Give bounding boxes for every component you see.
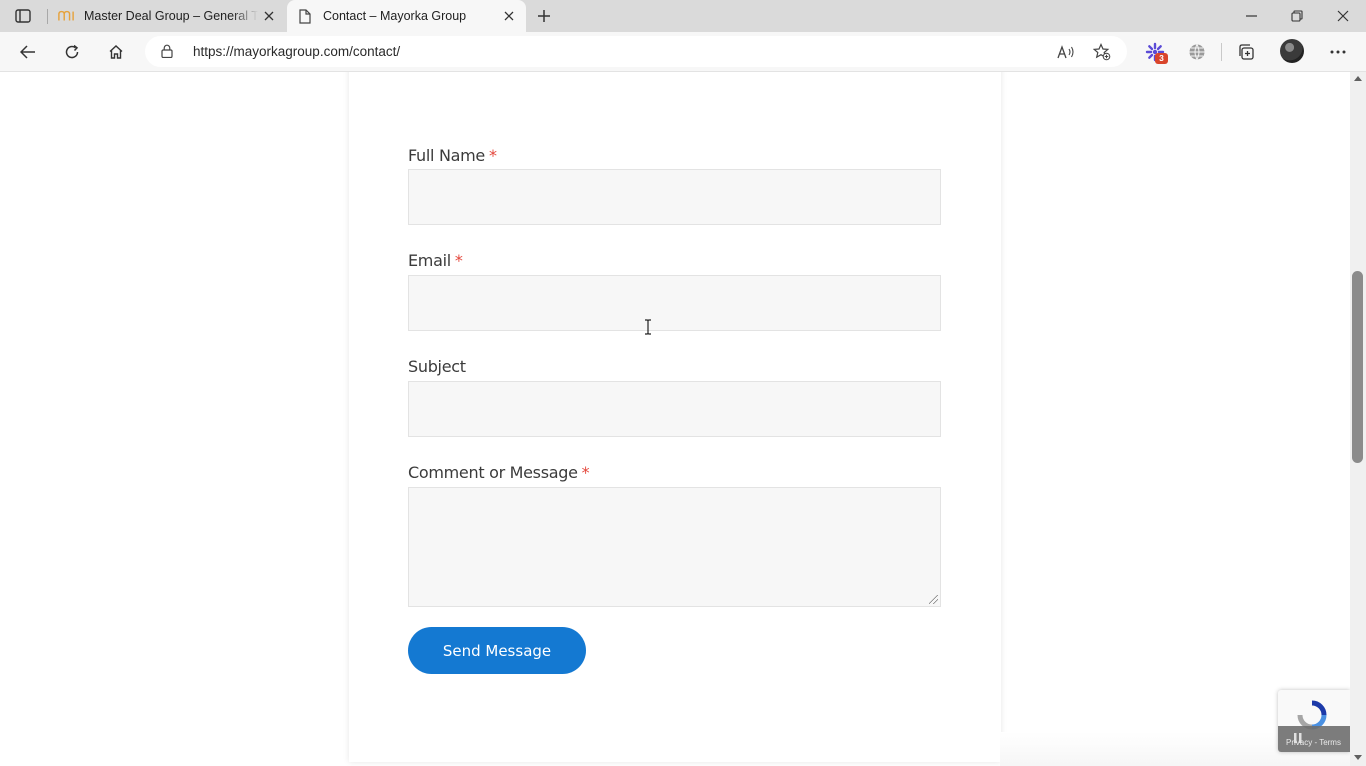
tab-strip: Master Deal Group – General Tra Contact … [0, 0, 1366, 32]
globe-icon[interactable] [1182, 37, 1212, 67]
new-tab-icon[interactable] [532, 4, 556, 28]
email-label-text: Email [408, 251, 451, 270]
lock-icon[interactable] [161, 44, 173, 63]
subject-input[interactable] [408, 381, 941, 437]
refresh-icon[interactable] [57, 37, 87, 67]
profile-avatar[interactable] [1280, 39, 1304, 63]
md-logo-icon [58, 8, 74, 24]
close-window-icon[interactable] [1320, 0, 1366, 32]
tab-master-deal-group[interactable]: Master Deal Group – General Tra [48, 0, 286, 32]
url-text[interactable]: https://mayorkagroup.com/contact/ [193, 36, 400, 67]
text-cursor-icon [644, 319, 652, 340]
collections-icon[interactable] [1231, 37, 1261, 67]
address-bar[interactable]: https://mayorkagroup.com/contact/ [145, 36, 1127, 67]
back-arrow-icon[interactable] [13, 37, 43, 67]
minimize-icon[interactable] [1228, 0, 1274, 32]
scroll-thumb[interactable] [1352, 271, 1363, 463]
restore-icon[interactable] [1274, 0, 1320, 32]
tab-actions-icon[interactable] [8, 5, 38, 27]
add-favorite-icon[interactable] [1091, 41, 1113, 63]
email-input[interactable] [408, 275, 941, 331]
message-label-text: Comment or Message [408, 463, 578, 482]
required-mark: * [488, 146, 497, 165]
resize-handle-icon[interactable] [929, 595, 938, 604]
browser-toolbar: https://mayorkagroup.com/contact/ [0, 32, 1366, 72]
extension-badge: 3 [1155, 53, 1168, 64]
full-name-label: Full Name * [408, 146, 497, 165]
required-mark: * [581, 463, 590, 482]
toolbar-divider [1221, 43, 1222, 61]
scroll-up-arrow-icon[interactable] [1354, 76, 1362, 81]
message-textarea[interactable] [408, 487, 941, 607]
message-label: Comment or Message * [408, 463, 590, 482]
full-name-input[interactable] [408, 169, 941, 225]
recaptcha-badge[interactable]: Privacy - Terms [1278, 690, 1350, 752]
required-mark: * [454, 251, 463, 270]
tab-title: Contact – Mayorka Group [323, 9, 467, 23]
home-icon[interactable] [101, 37, 131, 67]
vertical-scrollbar[interactable] [1350, 72, 1366, 766]
page-icon [297, 8, 313, 24]
scroll-down-arrow-icon[interactable] [1354, 755, 1362, 760]
tab-title: Master Deal Group – General Tra [84, 9, 258, 23]
full-name-label-text: Full Name [408, 146, 485, 165]
page-viewport: Full Name * Email * Subject Comment or Mes… [0, 72, 1350, 766]
close-tab-icon[interactable] [498, 5, 520, 27]
read-aloud-icon[interactable] [1055, 41, 1077, 63]
tab-contact-mayorka[interactable]: Contact – Mayorka Group [287, 0, 526, 32]
subject-label-text: Subject [408, 357, 466, 376]
more-options-icon[interactable] [1323, 37, 1353, 67]
email-label: Email * [408, 251, 463, 270]
subject-label: Subject [408, 357, 466, 376]
recaptcha-privacy-terms[interactable]: Privacy - Terms [1286, 738, 1341, 747]
close-tab-icon[interactable] [258, 5, 280, 27]
send-message-button[interactable]: Send Message [408, 627, 586, 674]
